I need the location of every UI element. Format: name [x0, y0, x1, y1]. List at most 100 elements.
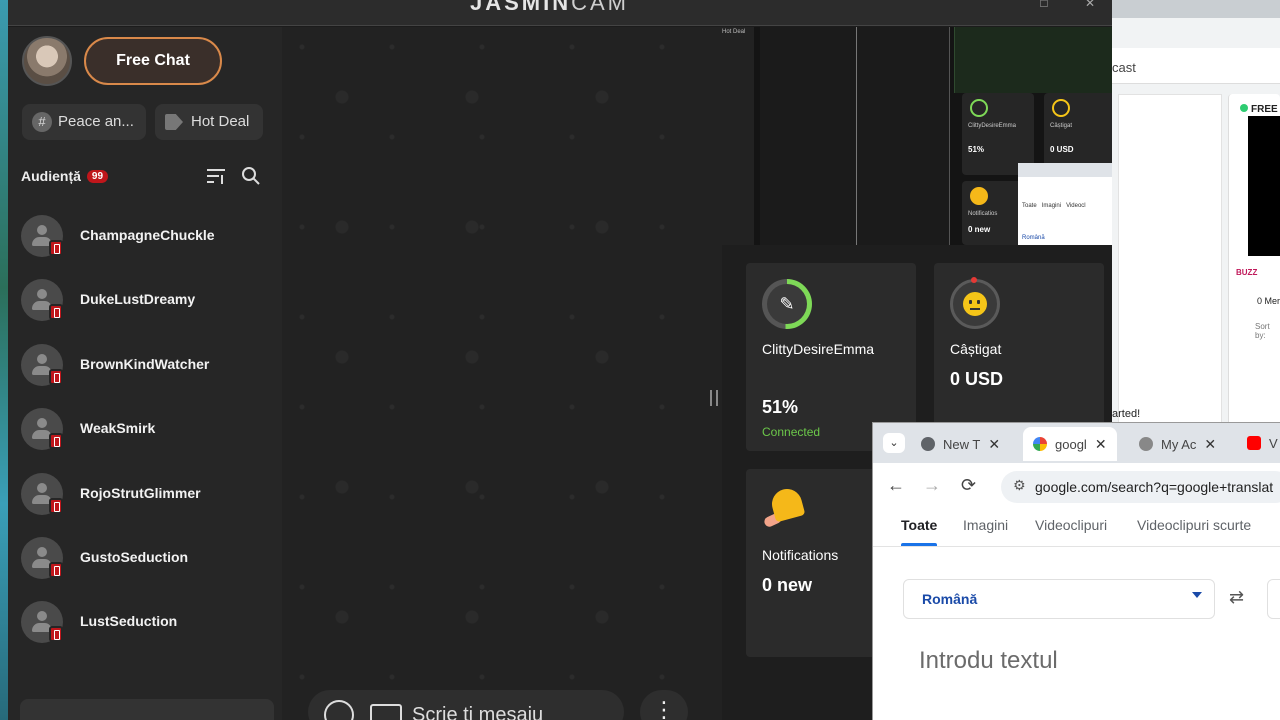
hot-deal-label: Hot Deal	[191, 113, 250, 130]
youtube-icon	[1247, 436, 1261, 450]
forward-icon[interactable]: →	[923, 475, 941, 496]
background-started-text: arted!	[1112, 408, 1141, 420]
audience-header: Audiență 99	[21, 168, 109, 184]
desktop-wallpaper	[0, 0, 8, 720]
background-members-label: 0 Mer	[1257, 296, 1280, 306]
browser-window: ⌄ New T ✕ googl ✕ My Ac ✕ V ← → ⟳ ⚙ google.…	[872, 422, 1280, 720]
search-tab-videos[interactable]: Videoclipuri	[1035, 517, 1107, 533]
account-icon	[1139, 437, 1153, 451]
earnings-label: Câștigat	[950, 341, 1002, 357]
chat-input[interactable]: Scrie ți mesaju	[308, 690, 624, 720]
model-avatar[interactable]	[22, 36, 72, 86]
audience-list: ChampagneChuckle DukeLustDreamy BrownKin…	[8, 205, 282, 656]
mobile-device-icon	[49, 433, 63, 450]
search-tab-shorts[interactable]: Videoclipuri scurte	[1137, 517, 1251, 533]
close-tab-icon[interactable]: ✕	[1095, 436, 1107, 452]
mobile-device-icon	[49, 368, 63, 385]
browser-tab[interactable]: New T ✕	[921, 427, 1000, 461]
chrome-icon	[921, 437, 935, 451]
chat-area	[282, 27, 722, 720]
background-window-titlebar	[1112, 0, 1280, 18]
audience-label: Audiență	[21, 168, 81, 184]
swap-languages-icon[interactable]: ⇄	[1229, 587, 1244, 608]
connection-ring: ✎	[762, 279, 812, 329]
browser-tab[interactable]: My Ac ✕	[1139, 427, 1216, 461]
hash-icon: #	[32, 112, 52, 133]
preview-mini-sidebar: Hot Deal	[722, 27, 754, 245]
mobile-device-icon	[49, 561, 63, 578]
close-tab-icon[interactable]: ✕	[1204, 436, 1216, 452]
sort-icon[interactable]	[206, 167, 226, 185]
sidebar: Free Chat # Peace an... Hot Deal Audiență…	[8, 27, 282, 720]
connection-percent: 51%	[762, 397, 799, 417]
tag-icon	[165, 114, 183, 131]
connection-icon: ✎	[767, 284, 807, 324]
notifications-label: Notifications	[762, 547, 839, 563]
smiley-icon	[963, 292, 987, 316]
chat-input-placeholder: Scrie ți mesaju	[412, 704, 544, 720]
close-icon[interactable]: ✕	[1080, 0, 1100, 9]
notifications-value: 0 new	[762, 575, 813, 595]
close-tab-icon[interactable]: ✕	[988, 436, 1000, 452]
maximize-icon[interactable]: □	[1034, 0, 1054, 9]
user-avatar	[21, 215, 63, 257]
audience-user[interactable]: ChampagneChuckle	[8, 205, 282, 269]
background-address-text: cast	[1112, 60, 1136, 75]
gif-icon[interactable]	[370, 704, 402, 720]
alert-dot-icon	[971, 277, 977, 283]
search-icon[interactable]	[241, 166, 261, 186]
user-avatar	[21, 408, 63, 451]
preview-mini-browser: Toate Imagini Videocl Română	[1018, 163, 1112, 245]
site-settings-icon[interactable]: ⚙	[1013, 477, 1026, 494]
source-language-select[interactable]: Română	[903, 579, 1215, 619]
app-title: JASMINCAM	[470, 0, 630, 15]
mobile-device-icon	[49, 626, 63, 643]
background-window: cast FREE BUZZ 0 Mer Sort by: arted!	[1112, 0, 1280, 430]
earnings-value: 0 USD	[950, 369, 1004, 389]
model-name: ClittyDesireEmma	[762, 341, 875, 357]
browser-tab[interactable]: V	[1247, 427, 1278, 461]
bell-icon	[762, 485, 808, 533]
tab-search-icon[interactable]: ⌄	[883, 433, 905, 453]
audience-user[interactable]: GustoSeduction	[8, 527, 282, 591]
sidebar-bottom-bar[interactable]	[20, 699, 274, 720]
translate-input[interactable]: Introdu textul	[919, 647, 1058, 675]
google-search-tabs: Toate Imagini Videoclipuri Videoclipuri …	[873, 511, 1280, 547]
screen-preview: Hot Deal ClittyDesireEmma 51% Câștigat 0…	[722, 27, 1112, 245]
preview-divider	[856, 27, 857, 245]
emoji-icon[interactable]	[324, 700, 354, 720]
audience-user[interactable]: DukeLustDreamy	[8, 269, 282, 333]
background-buzz-label: BUZZ	[1236, 268, 1258, 277]
search-tab-all[interactable]: Toate	[901, 517, 938, 546]
browser-tab-active[interactable]: googl ✕	[1023, 427, 1117, 461]
audience-user[interactable]: RojoStrutGlimmer	[8, 463, 282, 527]
mobile-device-icon	[49, 497, 63, 514]
mobile-device-icon	[49, 304, 63, 321]
topic-chip[interactable]: # Peace an...	[22, 104, 146, 140]
user-avatar	[21, 601, 63, 644]
background-video	[1248, 116, 1280, 256]
online-dot-icon	[1240, 104, 1248, 112]
audience-count-badge: 99	[86, 170, 109, 183]
preview-video	[760, 27, 950, 245]
audience-user[interactable]: WeakSmirk	[8, 398, 282, 462]
background-free-badge: FREE	[1240, 104, 1278, 115]
target-language-select[interactable]	[1267, 579, 1280, 619]
search-tab-images[interactable]: Imagini	[963, 517, 1008, 533]
address-bar[interactable]: ⚙ google.com/search?q=google+translat	[1001, 471, 1280, 503]
connection-icon	[970, 99, 988, 117]
background-sort-label[interactable]: Sort by:	[1255, 322, 1280, 340]
reload-icon[interactable]: ⟳	[961, 475, 976, 496]
free-chat-button[interactable]: Free Chat	[84, 37, 222, 85]
google-icon	[1033, 437, 1047, 451]
chevron-down-icon	[1192, 592, 1202, 598]
back-icon[interactable]: ←	[887, 475, 905, 496]
background-address-bar[interactable]: cast	[1112, 48, 1280, 84]
audience-user[interactable]: BrownKindWatcher	[8, 334, 282, 398]
audience-user[interactable]: LustSeduction	[8, 591, 282, 655]
user-avatar	[21, 536, 63, 579]
user-name: BrownKindWatcher	[80, 355, 210, 372]
hot-deal-chip[interactable]: Hot Deal	[155, 104, 263, 140]
user-avatar	[21, 343, 63, 386]
resize-handle[interactable]	[710, 390, 718, 406]
